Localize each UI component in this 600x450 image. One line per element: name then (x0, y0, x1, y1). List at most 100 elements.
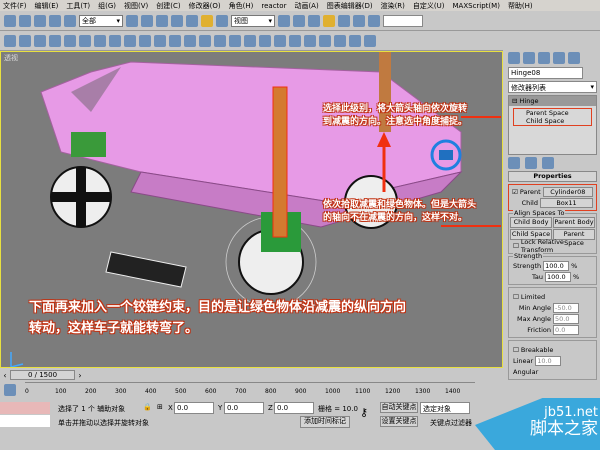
snap-3d-icon[interactable] (308, 14, 320, 27)
auto-key-button[interactable]: 自动关键点 (380, 402, 418, 413)
parent-body-button[interactable]: Parent Body (553, 217, 595, 228)
add-time-tag-button[interactable]: 添加时间标记 (300, 416, 350, 428)
lock-icon[interactable]: 🔒 (143, 403, 152, 411)
child-body-button[interactable]: Child Body (510, 217, 552, 228)
friction-input[interactable]: 0.0 (553, 325, 579, 335)
x-coord-input[interactable]: 0.0 (174, 402, 214, 414)
menu-animation[interactable]: 动画(A) (294, 1, 318, 11)
menu-graph-editors[interactable]: 图表编辑器(D) (327, 1, 373, 11)
menu-file[interactable]: 文件(F) (3, 1, 27, 11)
hinge-icon[interactable] (79, 34, 91, 47)
angle-snap-icon[interactable] (323, 14, 335, 27)
undo-icon[interactable] (4, 14, 16, 27)
point-path-icon[interactable] (259, 34, 271, 47)
menu-group[interactable]: 组(G) (98, 1, 116, 11)
prismatic-icon[interactable] (289, 34, 301, 47)
menu-customize[interactable]: 自定义(U) (413, 1, 445, 11)
wind-icon[interactable] (154, 34, 166, 47)
manipulate-icon[interactable] (293, 14, 305, 27)
menu-help[interactable]: 帮助(H) (508, 1, 533, 11)
named-selection-icon[interactable] (368, 14, 380, 27)
z-coord-input[interactable]: 0.0 (274, 402, 314, 414)
car-wheel-icon[interactable] (304, 34, 316, 47)
perspective-viewport[interactable]: 透视 选择此级别，将大箭头轴向依次旋转 到减震的方向。注意选中角度捕捉。 依次拾取… (0, 51, 503, 368)
remove-modifier-icon[interactable] (542, 157, 554, 169)
key-filters-button[interactable]: 关键点过滤器 (430, 418, 472, 428)
pivot-icon[interactable] (278, 14, 290, 27)
water-icon[interactable] (199, 34, 211, 47)
link-icon[interactable] (34, 14, 46, 27)
rotate-icon[interactable] (201, 14, 213, 27)
time-slider-thumb[interactable]: 0 / 1500 (10, 370, 75, 380)
key-icon[interactable]: ⚷ (360, 406, 368, 419)
constraint-solver-icon[interactable] (214, 34, 226, 47)
ref-coord-dropdown[interactable]: 视图 ▾ (231, 14, 275, 27)
set-key-button[interactable]: 设置关键点 (380, 416, 418, 427)
plane-icon[interactable] (49, 34, 61, 47)
display-tab-icon[interactable] (568, 52, 580, 64)
select-icon[interactable] (126, 14, 138, 27)
menu-create[interactable]: 创建(C) (156, 1, 180, 11)
properties-icon[interactable] (319, 34, 331, 47)
toy-car-icon[interactable] (169, 34, 181, 47)
modify-tab-icon[interactable] (523, 52, 535, 64)
key-selection-dropdown[interactable]: 选定对象 (420, 402, 470, 414)
limited-checkbox[interactable]: ☐ (513, 293, 519, 301)
parent-checkbox[interactable]: ☑ (512, 188, 518, 196)
y-coord-input[interactable]: 0.0 (224, 402, 264, 414)
properties-rollout[interactable]: Properties (508, 171, 597, 182)
fracture-icon[interactable] (184, 34, 196, 47)
menu-character[interactable]: 角色(H) (229, 1, 254, 11)
select-by-name-icon[interactable] (141, 14, 153, 27)
ragdoll-constraint-icon[interactable] (229, 34, 241, 47)
fixed-constraint-icon[interactable] (274, 34, 286, 47)
spinner-snap-icon[interactable] (353, 14, 365, 27)
rect-region-icon[interactable] (156, 14, 168, 27)
menu-edit[interactable]: 编辑(E) (35, 1, 59, 11)
curve-editor-icon[interactable] (4, 384, 16, 396)
show-end-result-icon[interactable] (525, 157, 537, 169)
child-pick-button[interactable]: Box11 (540, 198, 593, 208)
breakable-checkbox[interactable]: ☐ (513, 346, 519, 354)
menu-views[interactable]: 视图(V) (124, 1, 148, 11)
maxscript-listener-white[interactable] (0, 415, 50, 427)
lock-checkbox[interactable]: ☐ (513, 242, 519, 250)
absolute-mode-icon[interactable]: ⊞ (157, 403, 163, 411)
stack-item-child-space[interactable]: Child Space (526, 117, 591, 125)
menu-rendering[interactable]: 渲染(R) (381, 1, 405, 11)
window-crossing-icon[interactable] (171, 14, 183, 27)
unlink-icon[interactable] (49, 14, 61, 27)
max-angle-input[interactable]: 50.0 (553, 314, 579, 324)
maxscript-listener-pink[interactable] (0, 402, 50, 414)
menu-modifiers[interactable]: 修改器(O) (189, 1, 221, 11)
hierarchy-tab-icon[interactable] (538, 52, 550, 64)
parent-pick-button[interactable]: Cylinder08 (542, 187, 593, 197)
linear-input[interactable]: 10.0 (535, 356, 562, 366)
move-icon[interactable] (186, 14, 198, 27)
motor-icon[interactable] (139, 34, 151, 47)
analyze-icon[interactable] (334, 34, 346, 47)
track-bar[interactable]: 0 100 200 300 400 500 600 700 800 900 1000 1100 1200… (0, 382, 503, 398)
min-angle-input[interactable]: -50.0 (553, 303, 579, 313)
soft-body-icon[interactable] (34, 34, 46, 47)
tau-input[interactable]: 100.0 (545, 272, 571, 282)
time-slider[interactable]: ‹ 0 / 1500 › (0, 369, 503, 381)
create-tab-icon[interactable] (508, 52, 520, 64)
prev-frame-icon[interactable]: ‹ (0, 371, 10, 380)
selection-filter-dropdown[interactable]: 全部 ▾ (79, 14, 123, 27)
next-frame-icon[interactable]: › (75, 371, 85, 380)
named-selection-input[interactable] (383, 14, 423, 27)
menu-maxscript[interactable]: MAXScript(M) (453, 2, 500, 10)
hinge-constraint-icon[interactable] (244, 34, 256, 47)
point-point-icon[interactable] (94, 34, 106, 47)
preview-icon[interactable] (349, 34, 361, 47)
strength-input[interactable]: 100.0 (543, 261, 570, 271)
scale-icon[interactable] (216, 14, 228, 27)
motion-tab-icon[interactable] (553, 52, 565, 64)
dashpot-icon[interactable] (124, 34, 136, 47)
modifier-list-dropdown[interactable]: 修改器列表 ▾ (508, 81, 597, 93)
bind-space-warp-icon[interactable] (64, 14, 76, 27)
object-name-input[interactable]: Hinge08 (508, 67, 583, 79)
menu-reactor[interactable]: reactor (261, 2, 286, 10)
pin-stack-icon[interactable] (508, 157, 520, 169)
